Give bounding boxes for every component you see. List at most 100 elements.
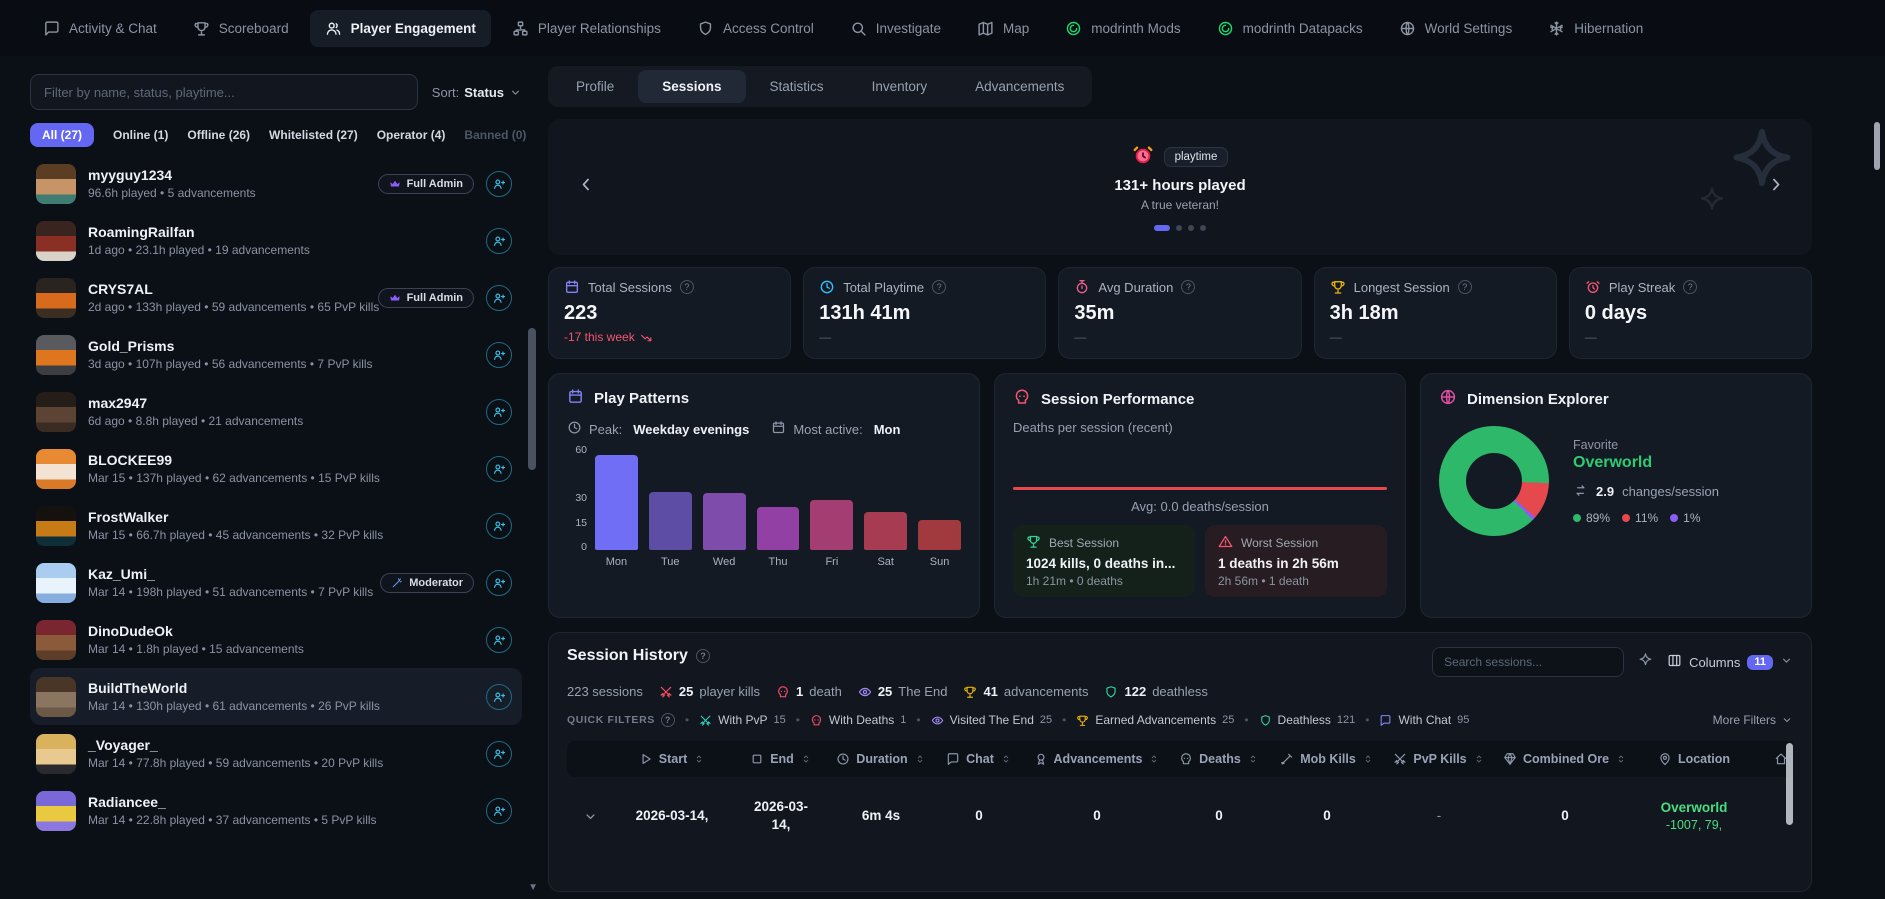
nav-map[interactable]: Map bbox=[962, 10, 1044, 47]
help-icon[interactable]: ? bbox=[696, 649, 710, 663]
view-profile-button[interactable] bbox=[486, 399, 512, 425]
quick-filter-with-chat[interactable]: With Chat95 bbox=[1379, 713, 1469, 727]
col-header-pvp-kills[interactable]: PvP Kills bbox=[1383, 752, 1495, 766]
stat-card-longest-session: Longest Session?3h 18m— bbox=[1314, 267, 1557, 359]
help-icon[interactable]: ? bbox=[680, 280, 694, 294]
page-scrollbar-thumb[interactable] bbox=[1874, 122, 1880, 170]
columns-button[interactable]: Columns 11 bbox=[1667, 653, 1793, 671]
player-name: _Voyager_ bbox=[88, 737, 383, 755]
tab-advancements[interactable]: Advancements bbox=[951, 70, 1088, 103]
favorite-dimension: Overworld bbox=[1573, 454, 1719, 472]
nav-investigate[interactable]: Investigate bbox=[835, 10, 956, 47]
view-profile-button[interactable] bbox=[486, 171, 512, 197]
carousel-dot-2[interactable] bbox=[1176, 225, 1182, 231]
tab-sessions[interactable]: Sessions bbox=[638, 70, 745, 103]
player-row-dinodudeok[interactable]: DinoDudeOkMar 14 • 1.8h played • 15 adva… bbox=[30, 611, 522, 668]
view-profile-button[interactable] bbox=[486, 570, 512, 596]
nav-activity-chat[interactable]: Activity & Chat bbox=[28, 10, 172, 47]
view-profile-button[interactable] bbox=[486, 798, 512, 824]
col-header-end[interactable]: End bbox=[731, 752, 831, 766]
session-search-input[interactable] bbox=[1432, 647, 1624, 677]
carousel-dot-3[interactable] bbox=[1188, 225, 1194, 231]
help-icon[interactable]: ? bbox=[1181, 280, 1195, 294]
col-header-deaths[interactable]: Deaths bbox=[1167, 752, 1271, 766]
view-profile-button[interactable] bbox=[486, 741, 512, 767]
view-profile-button[interactable] bbox=[486, 342, 512, 368]
filter-chip-all-27[interactable]: All (27) bbox=[30, 123, 94, 147]
user-arrow-icon bbox=[492, 633, 506, 647]
view-profile-button[interactable] bbox=[486, 513, 512, 539]
session-performance-title: Session Performance bbox=[1041, 391, 1194, 408]
filter-chip-online-1[interactable]: Online (1) bbox=[113, 128, 168, 142]
player-row-radiancee[interactable]: Radiancee_Mar 14 • 22.8h played • 37 adv… bbox=[30, 782, 522, 839]
player-row-blockee99[interactable]: BLOCKEE99Mar 15 • 137h played • 62 advan… bbox=[30, 440, 522, 497]
stat-card-avg-duration: Avg Duration?35m— bbox=[1058, 267, 1301, 359]
stat-value: 131h 41m bbox=[819, 302, 1030, 325]
view-profile-button[interactable] bbox=[486, 285, 512, 311]
col-header-advancements[interactable]: Advancements bbox=[1027, 752, 1167, 766]
more-filters-button[interactable]: More Filters bbox=[1713, 713, 1793, 727]
player-row-gold-prisms[interactable]: Gold_Prisms3d ago • 107h played • 56 adv… bbox=[30, 326, 522, 383]
quick-filter-with-pvp[interactable]: With PvP15 bbox=[699, 713, 786, 727]
filter-chip-operator-4[interactable]: Operator (4) bbox=[377, 128, 446, 142]
player-row-buildtheworld[interactable]: BuildTheWorldMar 14 • 130h played • 61 a… bbox=[30, 668, 522, 725]
nav-scoreboard[interactable]: Scoreboard bbox=[178, 10, 304, 47]
tab-inventory[interactable]: Inventory bbox=[848, 70, 952, 103]
scroll-down-arrow[interactable]: ▼ bbox=[528, 882, 538, 893]
carousel-dot-1[interactable] bbox=[1154, 225, 1170, 231]
sort-control[interactable]: Sort: Status bbox=[432, 85, 522, 100]
view-profile-button[interactable] bbox=[486, 627, 512, 653]
col-header-combined-ore[interactable]: Combined Ore bbox=[1495, 752, 1635, 766]
col-header-start[interactable]: Start bbox=[613, 752, 731, 766]
help-icon[interactable]: ? bbox=[1458, 280, 1472, 294]
nav-hibernation[interactable]: Hibernation bbox=[1533, 10, 1658, 47]
table-scrollbar-thumb[interactable] bbox=[1786, 743, 1793, 825]
help-icon[interactable]: ? bbox=[1683, 280, 1697, 294]
nav-world-settings[interactable]: World Settings bbox=[1384, 10, 1528, 47]
quick-filter-deathless[interactable]: Deathless121 bbox=[1259, 713, 1356, 727]
quick-filter-visited-the-end[interactable]: Visited The End25 bbox=[931, 713, 1053, 727]
filter-chip-banned-0[interactable]: Banned (0) bbox=[464, 128, 526, 142]
help-icon[interactable]: ? bbox=[661, 713, 675, 727]
sparkle-icon[interactable] bbox=[1638, 652, 1653, 672]
help-icon[interactable]: ? bbox=[932, 280, 946, 294]
legend-item: 11% bbox=[1622, 511, 1658, 525]
user-arrow-icon bbox=[492, 519, 506, 533]
nav-access-control[interactable]: Access Control bbox=[682, 10, 829, 47]
view-profile-button[interactable] bbox=[486, 228, 512, 254]
nav-modrinth-mods[interactable]: modrinth Mods bbox=[1050, 10, 1195, 47]
bar-label: Thu bbox=[769, 556, 788, 568]
worst-session-meta: 2h 56m • 1 death bbox=[1218, 574, 1374, 588]
player-row-crys7al[interactable]: CRYS7AL2d ago • 133h played • 59 advance… bbox=[30, 269, 522, 326]
y-tick: 60 bbox=[575, 444, 587, 456]
carousel-dot-4[interactable] bbox=[1200, 225, 1206, 231]
nav-player-relationships[interactable]: Player Relationships bbox=[497, 10, 676, 47]
dimension-donut-chart bbox=[1439, 426, 1549, 536]
player-row-roamingrailfan[interactable]: RoamingRailfan1d ago • 23.1h played • 19… bbox=[30, 212, 522, 269]
view-profile-button[interactable] bbox=[486, 684, 512, 710]
cell-location: Overworld-1007, 79, bbox=[1635, 799, 1753, 833]
play-patterns-title: Play Patterns bbox=[594, 390, 689, 407]
nav-modrinth-datapacks[interactable]: modrinth Datapacks bbox=[1202, 10, 1378, 47]
quick-filter-with-deaths[interactable]: With Deaths1 bbox=[810, 713, 906, 727]
filter-chip-whitelisted-27[interactable]: Whitelisted (27) bbox=[269, 128, 358, 142]
tab-statistics[interactable]: Statistics bbox=[746, 70, 848, 103]
player-row-kaz-umi[interactable]: Kaz_Umi_Mar 14 • 198h played • 51 advanc… bbox=[30, 554, 522, 611]
col-header-mob-kills[interactable]: Mob Kills bbox=[1271, 752, 1383, 766]
player-row-frostwalker[interactable]: FrostWalkerMar 15 • 66.7h played • 45 ad… bbox=[30, 497, 522, 554]
player-row-voyager[interactable]: _Voyager_Mar 14 • 77.8h played • 59 adva… bbox=[30, 725, 522, 782]
player-row-max2947[interactable]: max29476d ago • 8.8h played • 21 advance… bbox=[30, 383, 522, 440]
session-row[interactable]: 2026-03-14,2026-03-14,6m 4s0000-0Overwor… bbox=[567, 777, 1793, 855]
col-header-duration[interactable]: Duration bbox=[831, 752, 931, 766]
player-row-myyguy1234[interactable]: myyguy123496.6h played • 5 advancementsF… bbox=[30, 155, 522, 212]
sidebar-scrollbar-thumb[interactable] bbox=[528, 328, 536, 470]
col-header-chat[interactable]: Chat bbox=[931, 752, 1027, 766]
col-header-location[interactable]: Location bbox=[1635, 752, 1753, 766]
tab-profile[interactable]: Profile bbox=[552, 70, 638, 103]
filter-chip-offline-26[interactable]: Offline (26) bbox=[187, 128, 250, 142]
view-profile-button[interactable] bbox=[486, 456, 512, 482]
nav-player-engagement[interactable]: Player Engagement bbox=[310, 10, 491, 47]
player-filter-input[interactable] bbox=[30, 74, 418, 110]
role-badge: Moderator bbox=[380, 573, 474, 593]
quick-filter-earned-advancements[interactable]: Earned Advancements25 bbox=[1076, 713, 1234, 727]
